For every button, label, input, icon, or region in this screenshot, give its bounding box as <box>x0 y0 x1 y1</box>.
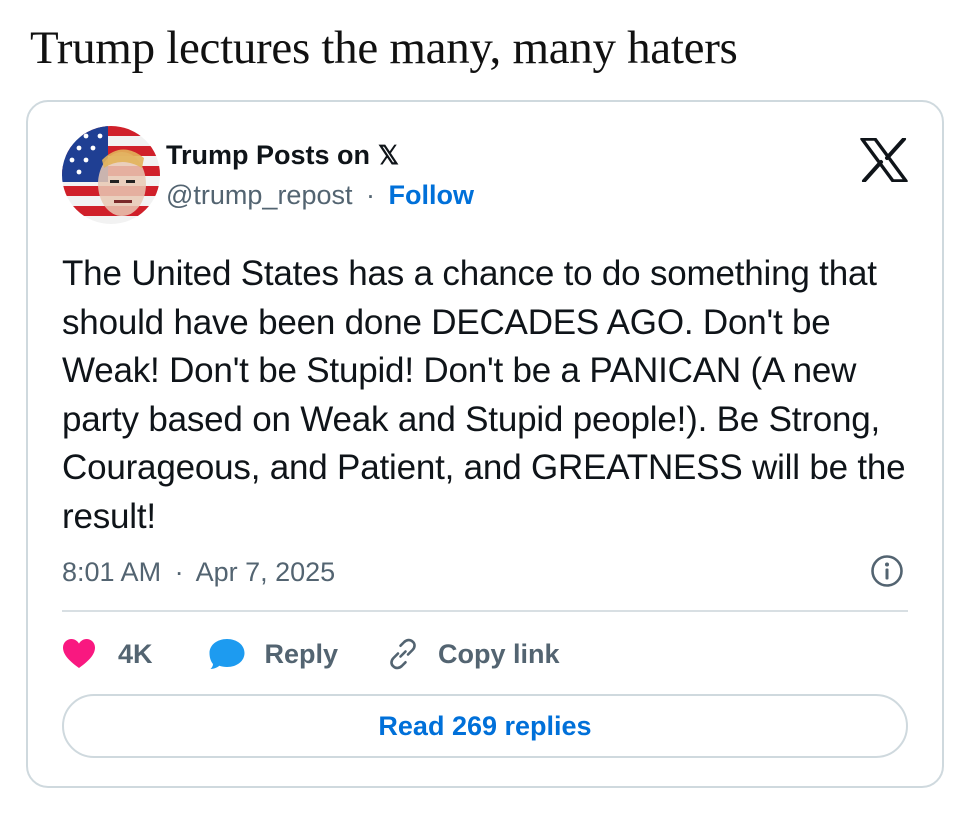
tweet-time[interactable]: 8:01 AM <box>62 557 161 587</box>
x-platform-icon: 𝕏 <box>378 140 399 170</box>
tweet-text: The United States has a chance to do som… <box>62 254 906 536</box>
separator-dot: · <box>366 180 375 210</box>
follow-button[interactable]: Follow <box>389 180 474 210</box>
copy-link-label: Copy link <box>438 638 560 669</box>
author-handle[interactable]: @trump_repost <box>166 180 352 210</box>
tweet-timestamp[interactable]: 8:01 AM · Apr 7, 2025 <box>62 555 335 589</box>
tweet-actions: 4K Reply Copy link <box>62 636 560 672</box>
read-replies-label: Read 269 replies <box>378 710 592 741</box>
tweet-date[interactable]: Apr 7, 2025 <box>196 557 336 587</box>
reply-label: Reply <box>264 638 339 669</box>
x-logo-icon[interactable] <box>860 138 908 182</box>
copy-link-button[interactable]: Copy link <box>386 637 560 671</box>
avatar[interactable] <box>62 126 160 224</box>
like-button[interactable]: 4K <box>62 638 153 670</box>
author-display-name[interactable]: Trump Posts on <box>166 138 370 172</box>
like-count: 4K <box>118 638 153 669</box>
info-icon[interactable] <box>870 554 904 588</box>
reply-button[interactable]: Reply <box>209 638 339 670</box>
embedded-tweet-card[interactable]: Trump Posts on 𝕏 @trump_repost · Follow … <box>26 100 944 788</box>
divider <box>62 610 908 612</box>
link-icon <box>390 638 416 670</box>
separator-dot: · <box>174 557 184 587</box>
author-handle-row: @trump_repost · Follow <box>166 178 474 212</box>
article-headline: Trump lectures the many, many haters <box>30 22 738 74</box>
author-name-row[interactable]: Trump Posts on 𝕏 <box>166 138 399 172</box>
read-replies-button[interactable]: Read 269 replies <box>62 694 908 758</box>
avatar-image <box>62 126 160 224</box>
speech-bubble-icon <box>209 639 245 669</box>
heart-icon <box>63 639 95 668</box>
